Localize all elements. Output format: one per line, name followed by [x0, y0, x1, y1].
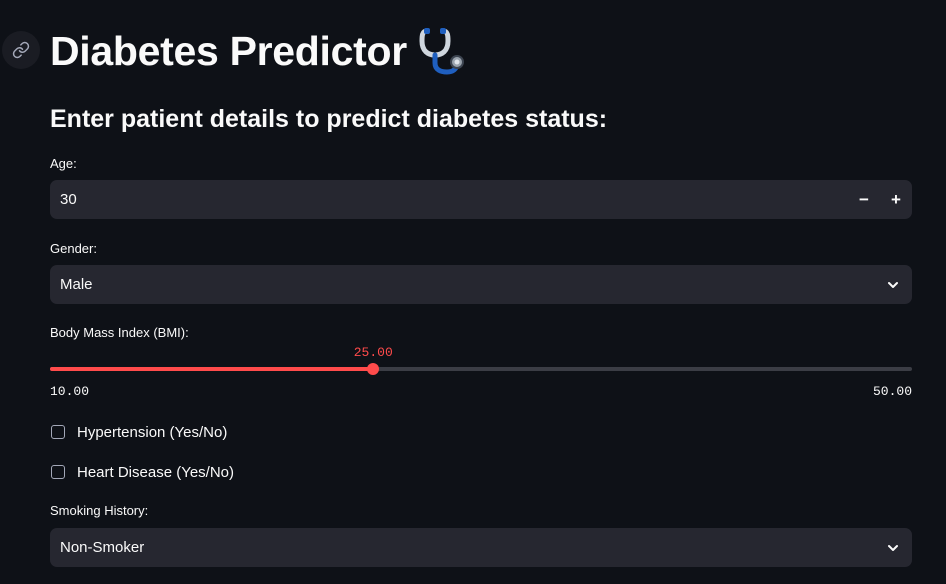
link-icon[interactable] — [2, 31, 40, 69]
bmi-max-label: 50.00 — [872, 384, 912, 399]
smoking-history-selected-value: Non-Smoker — [60, 539, 145, 556]
bmi-current-value: 25.00 — [353, 345, 393, 360]
gender-select[interactable]: Male — [50, 265, 912, 304]
age-increment-button[interactable]: + — [881, 184, 911, 215]
age-label: Age: — [50, 156, 77, 171]
hypertension-checkbox-row[interactable]: Hypertension (Yes/No) — [51, 422, 227, 442]
page-title: Diabetes Predictor — [50, 24, 465, 78]
smoking-history-select[interactable]: Non-Smoker — [50, 528, 912, 567]
smoking-history-label: Smoking History: — [50, 503, 149, 518]
gender-selected-value: Male — [60, 276, 93, 293]
age-value[interactable]: 30 — [60, 180, 77, 219]
heart-disease-label: Heart Disease (Yes/No) — [77, 463, 235, 481]
age-input[interactable]: 30 − + — [50, 180, 912, 219]
bmi-min-label: 10.00 — [50, 384, 90, 399]
age-decrement-button[interactable]: − — [849, 184, 879, 215]
bmi-label: Body Mass Index (BMI): — [50, 325, 189, 340]
gender-label: Gender: — [50, 241, 97, 256]
stethoscope-icon — [419, 28, 464, 75]
hypertension-label: Hypertension (Yes/No) — [77, 423, 228, 441]
bmi-slider-thumb[interactable] — [367, 363, 380, 375]
page-title-text: Diabetes Predictor — [50, 28, 407, 74]
form-subtitle: Enter patient details to predict diabete… — [50, 105, 608, 133]
app-page: Diabetes Predictor Enter patient details… — [0, 0, 946, 584]
bmi-slider-fill — [50, 367, 374, 371]
bmi-slider[interactable] — [50, 363, 912, 375]
hypertension-checkbox[interactable] — [51, 425, 65, 439]
chevron-down-icon — [888, 282, 898, 288]
heart-disease-checkbox[interactable] — [51, 465, 65, 479]
chevron-down-icon — [888, 545, 898, 551]
heart-disease-checkbox-row[interactable]: Heart Disease (Yes/No) — [51, 462, 234, 482]
